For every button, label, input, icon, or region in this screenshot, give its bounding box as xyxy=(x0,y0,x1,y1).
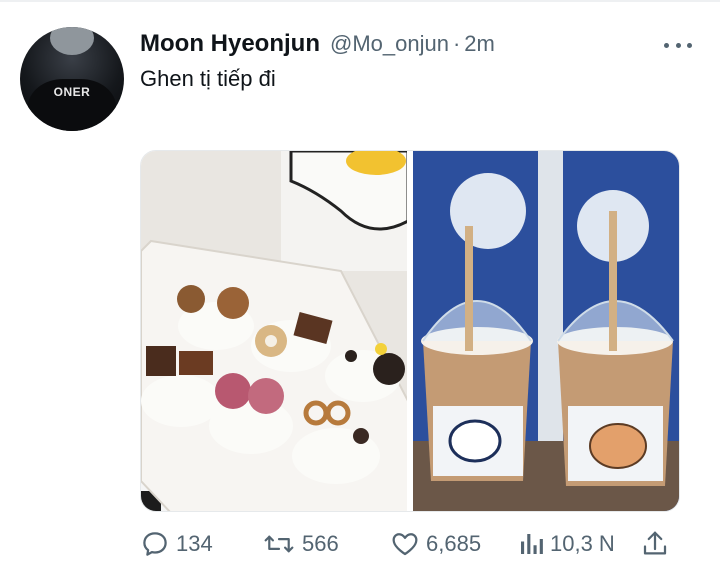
avatar-shirt-text: ONER xyxy=(53,85,91,99)
header-separator: · xyxy=(452,31,461,56)
avatar[interactable]: ONER xyxy=(20,27,124,131)
retweet-button[interactable]: 566 xyxy=(262,528,339,560)
more-options-icon[interactable] xyxy=(664,38,692,52)
reply-button[interactable]: 134 xyxy=(140,528,213,560)
like-count: 6,685 xyxy=(426,531,482,556)
views-count: 10,3 N xyxy=(550,531,615,556)
retweet-icon xyxy=(264,535,294,553)
author-name[interactable]: Moon Hyeonjun xyxy=(140,30,320,58)
photo-cakes[interactable] xyxy=(141,151,407,511)
photo-coffees[interactable] xyxy=(413,151,679,511)
top-divider xyxy=(0,0,720,2)
tweet-header: Moon Hyeonjun @Mo_onjun · 2m xyxy=(140,30,495,60)
reply-icon xyxy=(143,532,167,556)
views-button[interactable]: 10,3 N xyxy=(518,528,615,560)
tweet-actions: 134 566 6,685 10,3 N xyxy=(140,528,680,560)
heart-icon xyxy=(392,533,418,556)
tweet-text: Ghen tị tiếp đi xyxy=(140,66,276,91)
share-icon xyxy=(643,531,667,555)
share-button[interactable] xyxy=(640,528,670,560)
more-dot xyxy=(664,42,669,48)
more-dot xyxy=(687,42,692,48)
reply-count: 134 xyxy=(176,531,213,556)
avatar-hair xyxy=(50,27,94,55)
cakes-illustration xyxy=(141,151,407,511)
tweet-time[interactable]: 2m xyxy=(464,31,495,57)
retweet-count: 566 xyxy=(302,531,339,556)
author-handle[interactable]: @Mo_onjun xyxy=(330,31,449,57)
views-chart-icon xyxy=(521,534,543,554)
like-button[interactable]: 6,685 xyxy=(390,528,481,560)
media-grid xyxy=(140,150,680,512)
coffees-illustration xyxy=(413,151,679,511)
more-dot xyxy=(675,42,681,48)
